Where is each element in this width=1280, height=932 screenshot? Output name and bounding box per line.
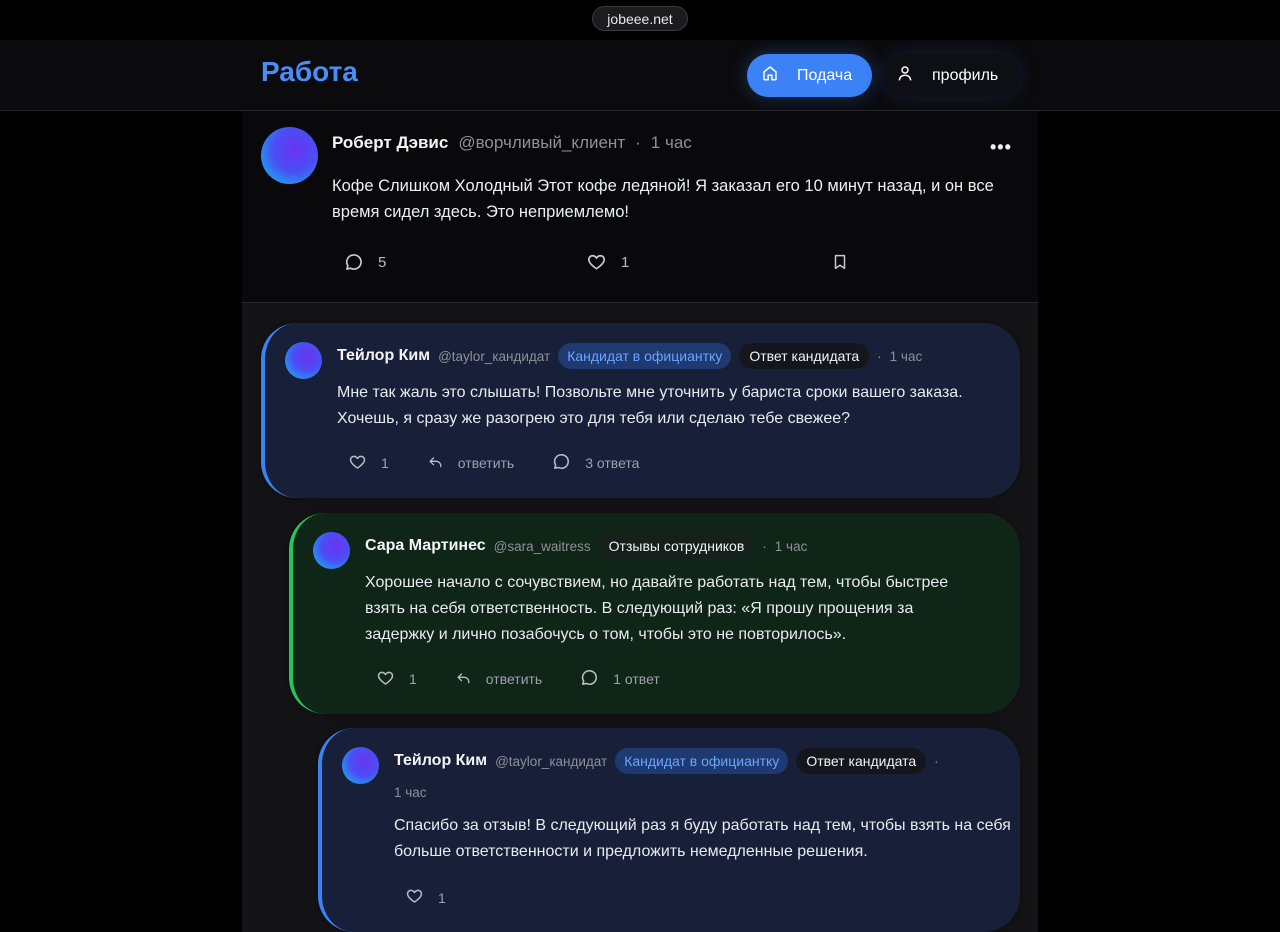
avatar[interactable] xyxy=(313,532,350,569)
reply-time: 1 час xyxy=(774,538,808,554)
author-name[interactable]: Роберт Дэвис xyxy=(332,133,448,153)
author-handle[interactable]: @ворчливый_клиент xyxy=(458,133,625,153)
author-handle[interactable]: @taylor_кандидат xyxy=(495,754,607,769)
bookmark-icon xyxy=(831,252,849,272)
like-button[interactable]: 1 xyxy=(586,252,629,272)
thread-count: 3 ответа xyxy=(585,455,640,471)
post-time: 1 час xyxy=(650,133,692,152)
reply-card: Сара Мартинес @sara_waitress Отзывы сотр… xyxy=(289,513,1020,714)
like-count: 1 xyxy=(409,671,417,687)
avatar[interactable] xyxy=(261,127,318,184)
reply-actions: 1 ответить 1 ответ xyxy=(376,668,698,690)
thread-button[interactable]: 3 ответа xyxy=(552,452,639,474)
reply-text: Мне так жаль это слышать! Позвольте мне … xyxy=(337,384,963,427)
author-handle[interactable]: @sara_waitress xyxy=(494,539,591,554)
thread-button[interactable]: 1 ответ xyxy=(580,668,660,690)
top-bar: Работа Подача профиль xyxy=(0,40,1280,111)
heart-icon xyxy=(586,252,607,272)
type-badge: Ответ кандидата xyxy=(796,748,927,774)
like-count: 1 xyxy=(381,455,389,471)
home-icon xyxy=(761,64,779,87)
type-badge: Ответ кандидата xyxy=(739,343,870,369)
thread-count: 1 ответ xyxy=(613,671,660,687)
role-badge: Кандидат в официантку xyxy=(615,748,789,774)
type-badge: Отзывы сотрудников xyxy=(598,533,755,559)
separator-dot: · xyxy=(934,753,939,769)
nav-profile-label: профиль xyxy=(932,66,999,84)
avatar[interactable] xyxy=(342,747,379,784)
more-icon[interactable]: ••• xyxy=(990,137,1012,158)
user-icon xyxy=(896,64,914,87)
comment-icon xyxy=(344,252,364,272)
feed-column: Роберт Дэвис @ворчливый_клиент · 1 час •… xyxy=(242,111,1038,932)
comment-icon xyxy=(580,668,599,690)
like-button[interactable]: 1 xyxy=(348,453,389,474)
separator-dot: · xyxy=(877,348,882,364)
comment-icon xyxy=(552,452,571,474)
post-card: Роберт Дэвис @ворчливый_клиент · 1 час •… xyxy=(242,111,1038,303)
like-button[interactable]: 1 xyxy=(405,887,446,908)
reply-time: 1 час xyxy=(889,348,923,364)
reply-label: ответить xyxy=(457,455,515,471)
heart-icon xyxy=(376,669,395,690)
reply-button[interactable]: ответить xyxy=(427,454,514,473)
role-badge: Кандидат в официантку xyxy=(558,343,732,369)
nav-profile-button[interactable]: профиль xyxy=(884,54,1020,97)
reply-icon xyxy=(455,670,472,689)
post-header: Роберт Дэвис @ворчливый_клиент · 1 час xyxy=(332,133,692,153)
author-name[interactable]: Тейлор Ким xyxy=(394,752,487,770)
heart-icon xyxy=(405,887,424,908)
like-count: 1 xyxy=(621,253,630,271)
reply-icon xyxy=(427,454,444,473)
author-name[interactable]: Тейлор Ким xyxy=(337,347,430,365)
brand-title[interactable]: Работа xyxy=(261,56,358,88)
separator-dot: · xyxy=(762,538,767,554)
author-name[interactable]: Сара Мартинес xyxy=(365,537,486,555)
reply-header: Сара Мартинес @sara_waitress Отзывы сотр… xyxy=(365,533,807,559)
reply-text: Хорошее начало с сочувствием, но давайте… xyxy=(365,574,949,643)
like-count: 1 xyxy=(438,889,446,906)
nav-feed-button[interactable]: Подача xyxy=(747,54,872,97)
like-button[interactable]: 1 xyxy=(376,669,417,690)
address-bar[interactable]: jobeee.net xyxy=(592,6,688,31)
heart-icon xyxy=(348,453,367,474)
reply-text: Спасибо за отзыв! В следующий раз я буду… xyxy=(394,817,1011,860)
reply-header: Тейлор Ким @taylor_кандидат Кандидат в о… xyxy=(394,748,939,774)
reply-button[interactable]: ответить xyxy=(455,670,542,689)
post-text: Кофе Слишком Холодный Этот кофе ледяной!… xyxy=(332,177,994,221)
reply-card: Тейлор Ким @taylor_кандидат Кандидат в о… xyxy=(261,323,1020,498)
reply-header: Тейлор Ким @taylor_кандидат Кандидат в о… xyxy=(337,343,922,369)
reply-time: 1 час xyxy=(394,785,427,800)
reply-card: Тейлор Ким @taylor_кандидат Кандидат в о… xyxy=(318,728,1020,932)
reply-label: ответить xyxy=(485,671,543,687)
reply-actions: 1 xyxy=(405,887,484,908)
author-handle[interactable]: @taylor_кандидат xyxy=(438,349,550,364)
reply-actions: 1 ответить 3 ответа xyxy=(348,452,677,474)
bookmark-button[interactable] xyxy=(831,252,849,272)
avatar[interactable] xyxy=(285,342,322,379)
comment-button[interactable]: 5 xyxy=(344,252,386,272)
nav-feed-label: Подача xyxy=(797,66,853,84)
separator-dot: · xyxy=(635,133,641,152)
comment-count: 5 xyxy=(378,253,387,271)
